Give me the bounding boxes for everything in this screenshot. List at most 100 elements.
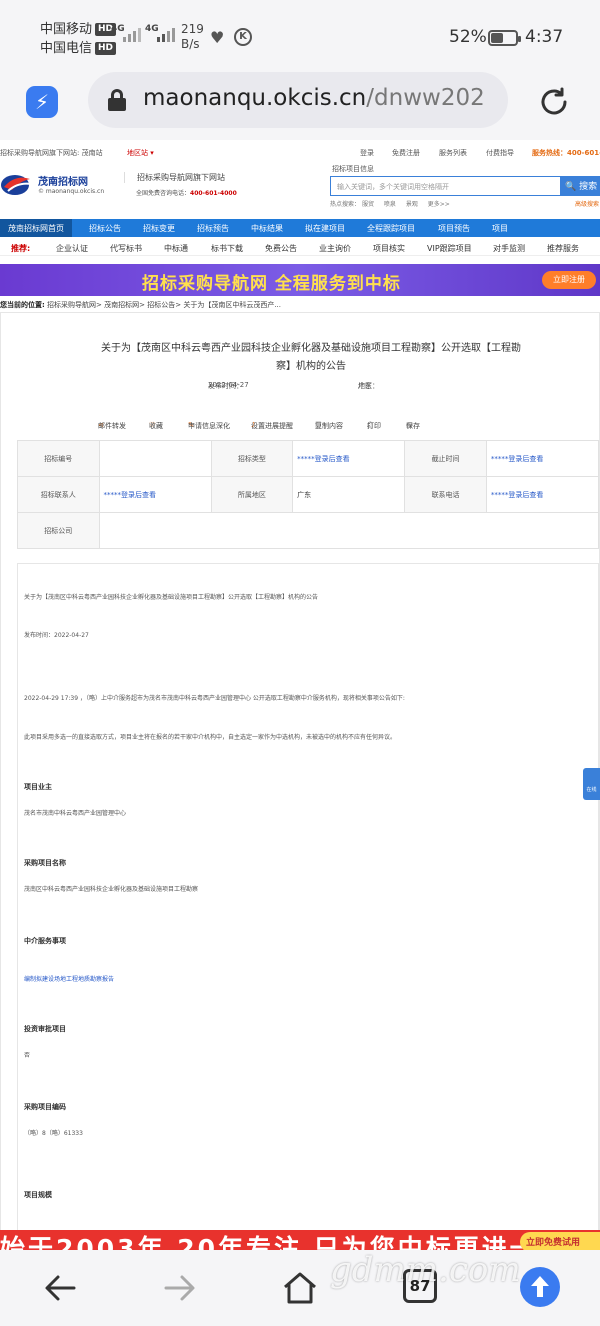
- action-label: 申请信息深化: [188, 422, 230, 430]
- forward-arrow-icon[interactable]: [160, 1268, 200, 1308]
- breadcrumb-label: 您当前的位置:: [0, 301, 45, 309]
- main-nav: 茂南招标网首页 招标公告 招标变更 招标预告 中标结果 拟在建项目 全程跟踪项目…: [0, 219, 600, 237]
- lock-icon: [108, 89, 126, 111]
- project-name-heading: 采购项目名称: [24, 859, 66, 867]
- breadcrumb-path[interactable]: 招标采购导航网> 茂南招标网> 招标公告> 关于为【茂南区中科云茂西产...: [47, 301, 281, 309]
- service-heading: 中介服务事项: [24, 937, 66, 945]
- reload-icon[interactable]: [537, 85, 571, 119]
- cell-label: 截止时间: [404, 440, 487, 477]
- table-row: 招标编号 招标类型 *****登录后查看 截止时间 *****登录后查看: [17, 440, 600, 477]
- bolt-icon[interactable]: ⚡: [26, 86, 58, 118]
- url-path: /dnww202: [366, 85, 485, 111]
- nav-item[interactable]: 项目预告: [438, 223, 470, 234]
- subnav-item[interactable]: 业主询价: [319, 243, 351, 254]
- hot-keyword[interactable]: 服贸: [362, 201, 374, 208]
- nav-item[interactable]: 招标预告: [197, 223, 229, 234]
- login-to-view-link[interactable]: *****登录后查看: [485, 476, 600, 513]
- site-logo[interactable]: [0, 170, 34, 198]
- body-method: 此项目采用多选一的直接选取方式，项目业主将在报名的若干家中介机构中，自主选定一家…: [24, 734, 397, 741]
- hot-more-link[interactable]: 更多>>: [428, 201, 450, 208]
- watermark: gdmm.com: [330, 1250, 521, 1290]
- cell-value: 广东: [292, 476, 406, 513]
- banner-text: 招标采购导航网 全程服务到中标: [142, 274, 401, 294]
- carrier-2: 中国电信: [40, 41, 93, 56]
- nav-item[interactable]: 招标变更: [143, 223, 175, 234]
- home-icon[interactable]: [280, 1268, 320, 1308]
- search-input[interactable]: 输入关键词，多个关键词用空格隔开: [330, 176, 561, 196]
- nav-item[interactable]: 项目: [492, 223, 508, 234]
- free-phone-number: 400-601-4000: [190, 190, 237, 197]
- table-row: 招标公司: [17, 512, 600, 549]
- logo-title: 茂南招标网: [38, 177, 88, 188]
- cell-label: 联系电话: [404, 476, 487, 513]
- login-link[interactable]: 登录: [360, 148, 374, 158]
- nav-item[interactable]: 拟在建项目: [305, 223, 345, 234]
- body-time-line: 发布时间：2022-04-27: [24, 632, 89, 639]
- battery-icon: [488, 30, 521, 46]
- login-to-view-link[interactable]: *****登录后查看: [292, 440, 406, 477]
- action-label: 邮件转发: [98, 422, 126, 430]
- heart-icon: ♥: [210, 28, 225, 47]
- action-label: 复制内容: [315, 422, 343, 430]
- search-button[interactable]: 🔍 搜索: [561, 176, 600, 196]
- action-label: 收藏: [149, 422, 163, 430]
- status-bar: 中国移动 HD 中国电信 HD 4G 4G 219 B/s ♥ K 52% 4:37: [0, 0, 600, 76]
- free-trial-button[interactable]: 立即免费试用: [520, 1232, 600, 1250]
- nav-item-home[interactable]: 茂南招标网首页: [0, 219, 72, 237]
- login-to-view-link[interactable]: *****登录后查看: [485, 440, 600, 477]
- advanced-search-link[interactable]: 高级搜索: [575, 199, 599, 208]
- hot-keyword[interactable]: 景观: [406, 201, 418, 208]
- address-bar[interactable]: maonanqu.okcis.cn/dnww202: [88, 72, 508, 128]
- subnav-item[interactable]: 中标通: [164, 243, 188, 254]
- cell-label: 所属地区: [210, 476, 294, 513]
- battery-percent: 52%: [449, 27, 487, 47]
- subnav-item[interactable]: 代写标书: [110, 243, 142, 254]
- nav-item[interactable]: 中标结果: [251, 223, 283, 234]
- cell-value: [98, 512, 600, 549]
- cell-label: 招标公司: [17, 512, 100, 549]
- back-arrow-icon[interactable]: [40, 1268, 80, 1308]
- register-link[interactable]: 免费注册: [392, 148, 420, 158]
- article-title: 关于为【茂南区中科云粤西产业园科技企业孵化器及基础设施项目工程勘察】公开选取【工…: [101, 343, 521, 372]
- logo-url: © maonanqu.okcis.cn: [38, 188, 105, 195]
- promo-text: 始于2003年 20年专注 只为您中标更进一步: [0, 1234, 566, 1250]
- action-label: 保存: [406, 422, 420, 430]
- scale-heading: 项目规模: [24, 1191, 52, 1199]
- subnav-item[interactable]: 推荐服务: [547, 243, 579, 254]
- bottom-promo-bar[interactable]: 始于2003年 20年专注 只为您中标更进一步 立即免费试用: [0, 1230, 600, 1250]
- url-text[interactable]: maonanqu.okcis.cn/dnww202: [143, 85, 485, 111]
- promo-banner[interactable]: 招标采购导航网 全程服务到中标 立即注册: [0, 264, 600, 296]
- carrier-labels: 中国移动 HD 中国电信 HD: [40, 20, 117, 58]
- clock: 4:37: [525, 27, 564, 47]
- action-label: 设置进展提醒: [251, 422, 293, 430]
- body-intro: 2022-04-29 17:39 ，（略）上中介服务超市为茂名市茂南中科云粤西产…: [24, 695, 405, 702]
- register-now-button[interactable]: 立即注册: [542, 271, 596, 289]
- guide-link[interactable]: 付费指导: [486, 148, 514, 158]
- cell-label: 招标类型: [210, 440, 294, 477]
- subnav-item[interactable]: 对手监测: [493, 243, 525, 254]
- upload-button[interactable]: [520, 1267, 560, 1307]
- subnav-item[interactable]: 项目核实: [373, 243, 405, 254]
- article-card: 关于为【茂南区中科云粤西产业园科技企业孵化器及基础设施项目工程勘察】公开选取【工…: [0, 312, 600, 1250]
- login-to-view-link[interactable]: *****登录后查看: [98, 476, 212, 513]
- region-value: 广东: [358, 382, 372, 390]
- service-value[interactable]: 编制拟建设场地工程地质勘察报告: [24, 974, 114, 983]
- web-page: 招标采购导航网旗下网站: 茂南站 地区站 ▾ 登录 免费注册 服务列表 付费指导…: [0, 140, 600, 1250]
- recommend-nav: 推荐: 企业认证 代写标书 中标通 标书下载 免费公告 业主询价 项目核实 VI…: [0, 238, 600, 256]
- nav-item[interactable]: 全程跟踪项目: [367, 223, 415, 234]
- services-link[interactable]: 服务列表: [439, 148, 467, 158]
- article-body: 关于为【茂南区中科云粤西产业园科技企业孵化器及基础设施项目工程勘察】公开选取【工…: [17, 563, 599, 1250]
- online-service-button[interactable]: 在线: [583, 768, 600, 800]
- net-speed-value: 219: [181, 22, 204, 36]
- region-dropdown[interactable]: 地区站 ▾: [127, 148, 154, 158]
- nav-item[interactable]: 招标公告: [89, 223, 121, 234]
- owner-heading: 项目业主: [24, 783, 52, 791]
- project-code-value: （略）8（略）61333: [24, 1130, 83, 1137]
- hot-keyword[interactable]: 喷泉: [384, 201, 396, 208]
- subnav-item[interactable]: 企业认证: [56, 243, 88, 254]
- subnav-item[interactable]: 免费公告: [265, 243, 297, 254]
- action-label: 打印: [367, 422, 381, 430]
- approval-heading: 投资审批项目: [24, 1025, 66, 1033]
- subnav-item[interactable]: 标书下载: [211, 243, 243, 254]
- subnav-item[interactable]: VIP跟踪项目: [427, 243, 472, 254]
